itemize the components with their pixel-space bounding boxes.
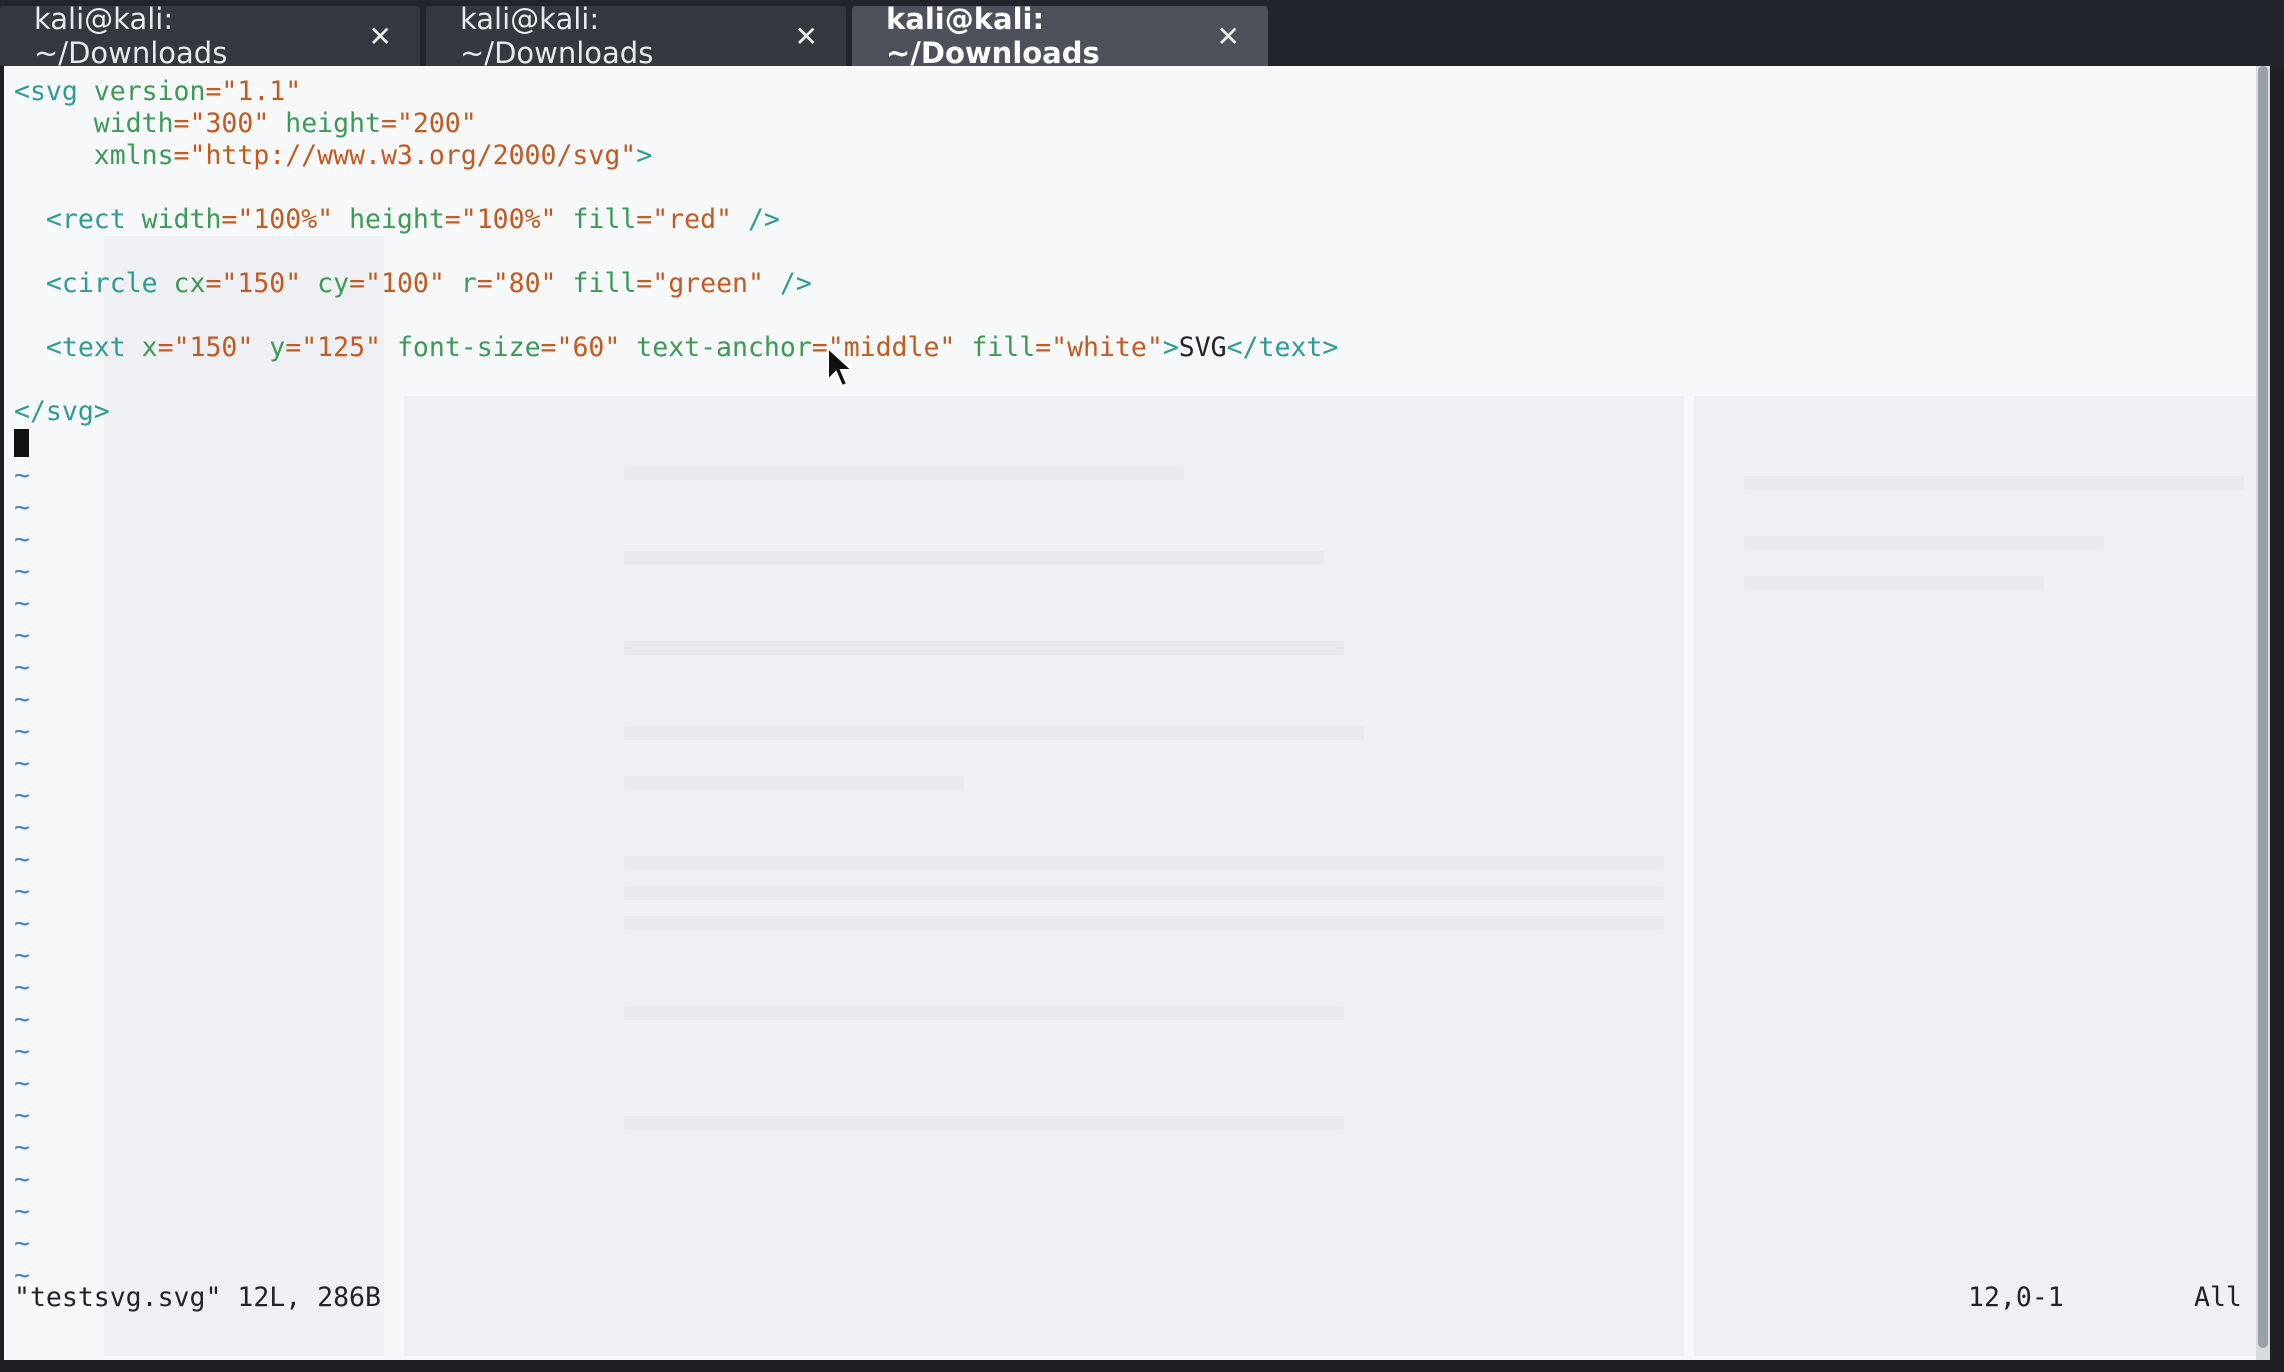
- code-token: ="200": [380, 108, 477, 139]
- empty-line-marker: ~: [14, 908, 30, 939]
- code-token: />: [747, 204, 780, 235]
- empty-line-marker: ~: [14, 1068, 30, 1099]
- scroll-position: All: [2194, 1282, 2242, 1313]
- code-token: ="60": [540, 332, 637, 363]
- empty-line-marker: ~: [14, 684, 30, 715]
- code-token: ="100%": [444, 204, 573, 235]
- close-icon[interactable]: ✕: [369, 20, 392, 53]
- code-token: </text>: [1226, 332, 1339, 363]
- code-token: height: [285, 108, 381, 139]
- empty-line-marker: ~: [14, 716, 30, 747]
- code-line: <circle cx="150" cy="100" r="80" fill="g…: [14, 268, 1338, 300]
- empty-line-marker: ~: [14, 876, 30, 907]
- code-line: <text x="150" y="125" font-size="60" tex…: [14, 332, 1338, 364]
- code-token: cx: [173, 268, 206, 299]
- tab-2[interactable]: kali@kali: ~/Downloads ✕: [426, 2, 846, 70]
- code-token: ="100": [349, 268, 461, 299]
- code-token: height: [349, 204, 445, 235]
- code-token: ="300": [173, 108, 286, 139]
- code-line: <rect width="100%" height="100%" fill="r…: [14, 204, 1338, 236]
- code-token: ="red": [636, 204, 748, 235]
- code-token: </svg>: [14, 396, 110, 427]
- code-token: version: [93, 76, 206, 107]
- vim-status-line: "testsvg.svg" 12L, 286B 12,0-1 All: [14, 1280, 2264, 1316]
- empty-line-marker: ~: [14, 748, 30, 779]
- code-token: />: [779, 268, 812, 299]
- close-icon[interactable]: ✕: [795, 20, 818, 53]
- mouse-pointer-icon: [827, 346, 854, 388]
- close-icon[interactable]: ✕: [1217, 20, 1240, 53]
- code-token: width: [14, 108, 174, 139]
- empty-line-marker: ~: [14, 780, 30, 811]
- code-token: <circle: [14, 268, 174, 299]
- tab-1[interactable]: kali@kali: ~/Downloads ✕: [0, 2, 420, 70]
- code-token: y: [269, 332, 286, 363]
- code-token: fill: [572, 204, 637, 235]
- tab-3-label: kali@kali: ~/Downloads: [886, 2, 1100, 70]
- code-token: xmlns: [14, 140, 174, 171]
- scrollbar-thumb[interactable]: [2258, 66, 2268, 1348]
- empty-line-marker: ~: [14, 460, 30, 491]
- empty-line-marker: ~: [14, 556, 30, 587]
- code-line: <svg version="1.1": [14, 76, 1338, 108]
- code-token: SVG: [1178, 332, 1227, 363]
- code-token: font-size: [396, 332, 541, 363]
- code-token: ="green": [636, 268, 780, 299]
- empty-line-marker: ~: [14, 1228, 30, 1259]
- empty-line-marker: ~: [14, 972, 30, 1003]
- code-token: cy: [317, 268, 350, 299]
- editor-buffer[interactable]: <svg version="1.1" width="300" height="2…: [14, 76, 1338, 1292]
- tab-1-label: kali@kali: ~/Downloads: [34, 2, 228, 70]
- code-token: ="white": [1035, 332, 1163, 363]
- code-token: ="1.1": [205, 76, 302, 107]
- code-line: </svg>: [14, 396, 1338, 428]
- code-token: x: [141, 332, 158, 363]
- empty-line-marker: ~: [14, 1036, 30, 1067]
- code-token: fill: [971, 332, 1036, 363]
- code-token: ="150": [157, 332, 270, 363]
- empty-line-marker: ~: [14, 1004, 30, 1035]
- empty-line-marker: ~: [14, 1196, 30, 1227]
- code-token: ="http://www.w3.org/2000/svg": [173, 140, 637, 171]
- code-token: ="150": [205, 268, 318, 299]
- scrollbar[interactable]: [2256, 66, 2270, 1360]
- code-token: r: [460, 268, 477, 299]
- code-token: text-anchor: [636, 332, 812, 363]
- empty-line-marker: ~: [14, 492, 30, 523]
- code-token: ="125": [285, 332, 397, 363]
- file-info: "testsvg.svg" 12L, 286B: [14, 1282, 381, 1313]
- code-token: <text: [14, 332, 142, 363]
- empty-line-marker: ~: [14, 620, 30, 651]
- text-cursor: [14, 429, 29, 457]
- code-token: >: [1162, 332, 1179, 363]
- terminal-tab-bar: kali@kali: ~/Downloads ✕ kali@kali: ~/Do…: [0, 0, 2284, 70]
- code-line: width="300" height="200": [14, 108, 1338, 140]
- empty-line-marker: ~: [14, 524, 30, 555]
- code-token: <rect: [14, 204, 142, 235]
- vim-editor[interactable]: <svg version="1.1" width="300" height="2…: [4, 66, 2270, 1360]
- empty-line-marker: ~: [14, 844, 30, 875]
- empty-line-marker: ~: [14, 940, 30, 971]
- tab-3-active[interactable]: kali@kali: ~/Downloads ✕: [852, 2, 1268, 70]
- empty-line-marker: ~: [14, 652, 30, 683]
- tab-2-label: kali@kali: ~/Downloads: [460, 2, 654, 70]
- code-token: width: [141, 204, 222, 235]
- empty-line-marker: ~: [14, 1132, 30, 1163]
- code-token: fill: [572, 268, 637, 299]
- empty-line-marker: ~: [14, 812, 30, 843]
- cursor-line: [14, 428, 1338, 460]
- empty-line-marker: ~: [14, 588, 30, 619]
- code-token: <svg: [14, 76, 94, 107]
- empty-line-marker: ~: [14, 1100, 30, 1131]
- code-token: ="100%": [221, 204, 350, 235]
- code-token: >: [636, 140, 653, 171]
- code-line: xmlns="http://www.w3.org/2000/svg">: [14, 140, 1338, 172]
- cursor-position: 12,0-1: [1968, 1282, 2064, 1313]
- code-token: ="80": [476, 268, 573, 299]
- empty-line-marker: ~: [14, 1164, 30, 1195]
